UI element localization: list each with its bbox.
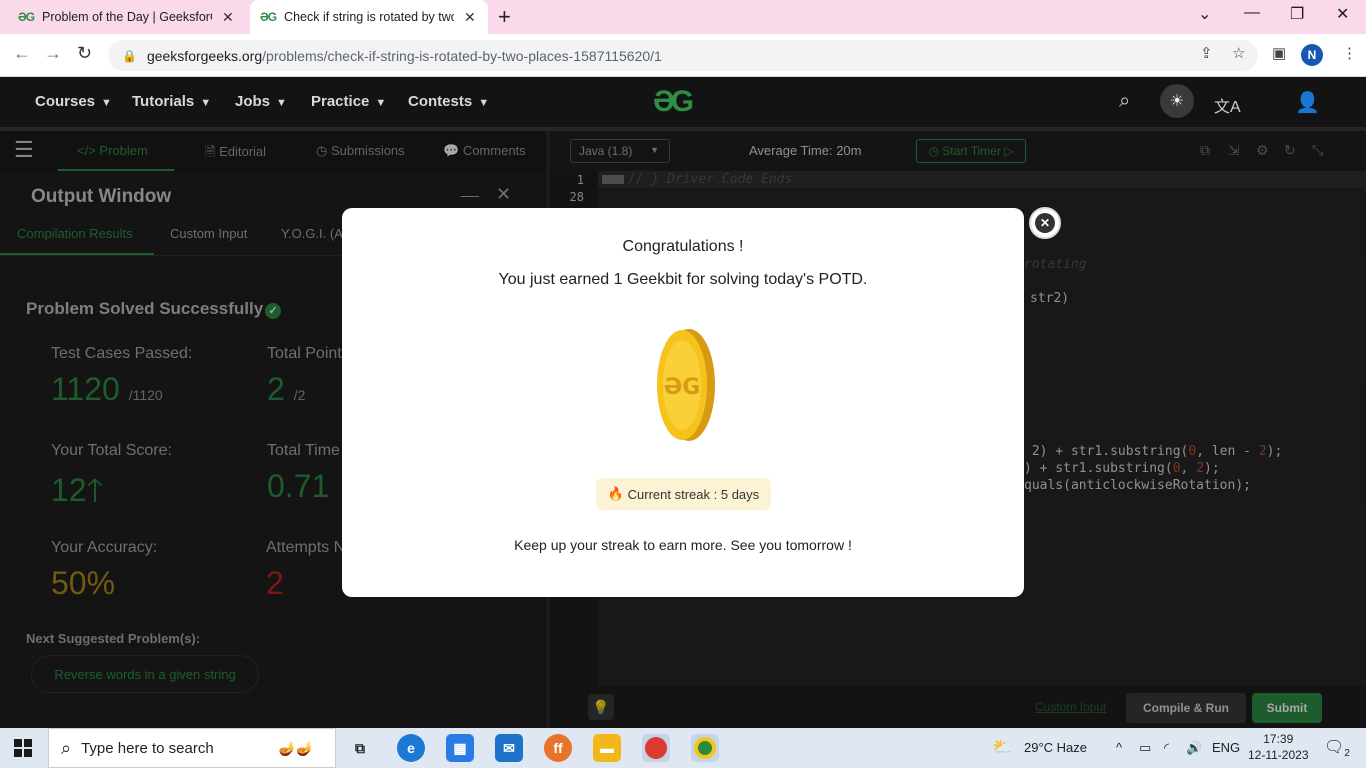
nav-label: Tutorials <box>132 93 195 110</box>
gfg-favicon-icon: ƏG <box>260 10 277 24</box>
modal-close-button[interactable]: ✕ <box>1029 207 1061 239</box>
diwali-search-highlight-icon[interactable]: 🪔🪔 <box>266 734 326 762</box>
modal-footer-text: Keep up your streak to earn more. See yo… <box>514 537 852 553</box>
tab-title: Problem of the Day | GeeksforGe <box>42 10 213 24</box>
browser-tab-potd[interactable]: ƏG Problem of the Day | GeeksforGe ✕ <box>8 0 250 34</box>
chevron-down-icon: ▼ <box>101 97 112 109</box>
edge-icon[interactable]: e <box>397 734 425 762</box>
browser-tabstrip: ƏG Problem of the Day | GeeksforGe ✕ ƏG … <box>0 0 1366 34</box>
search-placeholder: Type here to search <box>81 739 214 757</box>
store-icon[interactable]: ▦ <box>446 734 474 762</box>
chevron-down-icon: ▼ <box>200 97 212 109</box>
chevron-down-icon: ▼ <box>375 97 387 109</box>
gfg-logo[interactable]: ƏG <box>653 85 694 119</box>
notifications-icon[interactable]: 🗨2 <box>1324 737 1350 759</box>
weather-text[interactable]: 29°C Haze <box>1024 740 1087 755</box>
reload-icon[interactable]: ↻ <box>77 43 92 64</box>
modal-subtitle: You just earned 1 Geekbit for solving to… <box>498 271 868 288</box>
share-icon[interactable]: ⇪ <box>1200 44 1213 62</box>
nav-label: Contests <box>408 93 473 110</box>
geekbit-modal: Congratulations ! You just earned 1 Geek… <box>342 208 1024 597</box>
nav-practice[interactable]: Practice ▼ <box>311 93 386 110</box>
clock-date: 12-11-2023 <box>1248 748 1309 762</box>
nav-contests[interactable]: Contests ▼ <box>408 93 489 110</box>
tab-search-chevron-icon[interactable]: ⌄ <box>1198 4 1211 24</box>
translate-icon[interactable]: 文A <box>1214 93 1241 117</box>
svg-text:ƏG: ƏG <box>664 375 701 400</box>
chrome-icon[interactable] <box>691 734 719 762</box>
profile-avatar[interactable]: N <box>1301 44 1323 66</box>
nav-label: Practice <box>311 93 370 110</box>
browser-tab-problem[interactable]: ƏG Check if string is rotated by two ✕ <box>250 0 488 34</box>
search-icon: ⌕ <box>61 737 72 758</box>
lock-icon: 🔒 <box>122 48 137 63</box>
tab-close-icon[interactable]: ✕ <box>222 9 234 26</box>
minimize-icon[interactable]: — <box>1244 4 1260 22</box>
gold-coin-icon: ƏG <box>657 329 715 441</box>
weather-icon[interactable]: ⛅ <box>992 737 1012 757</box>
streak-badge: 🔥 Current streak : 5 days <box>596 478 771 510</box>
nav-jobs[interactable]: Jobs ▼ <box>235 93 287 110</box>
firefox-icon[interactable]: ff <box>544 734 572 762</box>
chevron-down-icon: ▼ <box>478 97 490 109</box>
network-device-icon[interactable]: ▭ <box>1139 740 1151 756</box>
browser-menu-icon[interactable]: ⋮ <box>1342 44 1357 62</box>
user-icon[interactable]: 👤 <box>1295 90 1320 115</box>
task-view-icon[interactable]: ⧉ <box>346 734 374 762</box>
clock[interactable]: 17:39 12-11-2023 <box>1248 731 1309 763</box>
gfg-favicon-icon: ƏG <box>18 10 35 24</box>
side-panel-icon[interactable]: ▣ <box>1272 44 1286 62</box>
nav-tutorials[interactable]: Tutorials ▼ <box>132 93 211 110</box>
address-bar[interactable]: 🔒 geeksforgeeks.org/problems/check-if-st… <box>108 40 1258 71</box>
nav-label: Courses <box>35 93 96 110</box>
modal-title: Congratulations ! <box>622 238 744 255</box>
volume-icon[interactable]: 🔊 <box>1186 740 1202 756</box>
browser-toolbar: ← → ↻ 🔒 geeksforgeeks.org/problems/check… <box>0 34 1366 77</box>
streak-text: Current streak : 5 days <box>627 486 760 502</box>
windows-start-icon[interactable] <box>14 739 32 757</box>
search-icon[interactable]: ⌕ <box>1119 90 1130 113</box>
bookmark-star-icon[interactable]: ☆ <box>1232 44 1245 62</box>
chevron-down-icon: ▼ <box>276 97 287 109</box>
tab-title: Check if string is rotated by two <box>284 10 455 24</box>
mail-icon[interactable]: ✉ <box>495 734 523 762</box>
forward-icon[interactable]: → <box>44 43 62 64</box>
maximize-icon[interactable]: ❐ <box>1290 4 1304 24</box>
url-path: /problems/check-if-string-is-rotated-by-… <box>262 47 662 64</box>
new-tab-icon[interactable]: + <box>498 4 511 30</box>
clock-time: 17:39 <box>1263 732 1294 746</box>
language-indicator[interactable]: ENG <box>1212 740 1240 755</box>
tray-chevron-icon[interactable]: ^ <box>1116 740 1122 755</box>
close-icon: ✕ <box>1035 213 1055 233</box>
nav-courses[interactable]: Courses ▼ <box>35 93 112 110</box>
notification-count: 2 <box>1344 748 1350 760</box>
fire-icon: 🔥 <box>607 486 628 501</box>
chrome-profile-icon[interactable] <box>642 734 670 762</box>
windows-taskbar: ⌕ Type here to search 🪔🪔 ⧉ e ▦ ✉ ff ▬ ⛅ 2… <box>0 728 1366 768</box>
nav-label: Jobs <box>235 93 271 110</box>
close-window-icon[interactable]: ✕ <box>1336 4 1349 24</box>
file-explorer-icon[interactable]: ▬ <box>593 734 621 762</box>
back-icon[interactable]: ← <box>13 43 31 64</box>
url-host: geeksforgeeks.org <box>146 47 263 64</box>
tab-close-icon[interactable]: ✕ <box>464 9 476 26</box>
theme-toggle-sun-icon[interactable]: ☀ <box>1160 84 1194 118</box>
wifi-icon[interactable]: ◜ <box>1164 740 1169 756</box>
